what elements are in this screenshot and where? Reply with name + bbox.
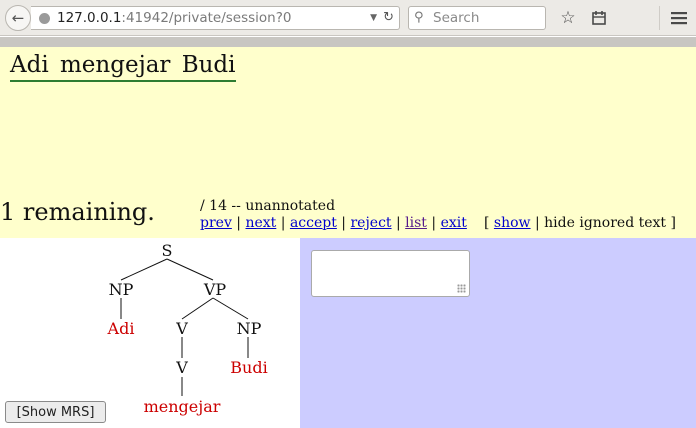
node-v-lexical: V xyxy=(175,358,188,377)
reading-list-glyph xyxy=(592,11,606,25)
search-bar[interactable]: ⚲ Search xyxy=(408,6,546,30)
prev-link[interactable]: prev xyxy=(200,215,232,231)
nav-separator: | xyxy=(231,215,246,231)
hide-ignored-text: | hide ignored text ] xyxy=(530,215,676,231)
resize-grip-icon[interactable] xyxy=(457,284,466,293)
search-icon: ⚲ xyxy=(414,10,424,25)
bracket-open: [ xyxy=(484,215,494,231)
edge-s-vp xyxy=(166,258,214,281)
leaf-budi: Budi xyxy=(230,358,267,377)
annotation-panel xyxy=(300,238,696,428)
url-text: 127.0.0.1:41942/private/session?0 xyxy=(57,7,291,29)
node-v: V xyxy=(175,319,188,338)
bookmark-star-icon[interactable]: ☆ xyxy=(555,5,581,31)
navigation-links: prev | next | accept | reject | list | e… xyxy=(200,215,467,232)
edge-vp-np xyxy=(212,297,249,320)
menu-glyph xyxy=(671,12,687,25)
back-arrow-icon: ← xyxy=(11,9,25,27)
nav-separator: | xyxy=(426,215,441,231)
comment-textarea[interactable] xyxy=(311,250,470,297)
back-button[interactable]: ← xyxy=(5,5,31,31)
leaf-adi: Adi xyxy=(107,319,135,338)
leaf-mengejar: mengejar xyxy=(144,397,221,416)
node-np: NP xyxy=(237,319,262,338)
node-vp: VP xyxy=(203,280,227,299)
reading-list-icon[interactable] xyxy=(586,5,612,31)
url-path: :41942/private/session?0 xyxy=(121,10,292,26)
menu-icon[interactable] xyxy=(666,5,692,31)
nav-separator: | xyxy=(276,215,290,231)
nav-separator: | xyxy=(336,215,351,231)
annotation-status: / 14 -- unannotated xyxy=(200,198,336,214)
sentence-text: Adi mengejar Budi xyxy=(10,51,236,82)
globe-icon xyxy=(39,13,50,24)
exit-link[interactable]: exit xyxy=(441,215,467,231)
node-np: NP xyxy=(109,280,134,299)
toolbar-separator xyxy=(659,6,660,30)
list-link[interactable]: list xyxy=(405,215,427,231)
reload-icon[interactable]: ↻ xyxy=(383,7,394,29)
url-host: 127.0.0.1 xyxy=(57,10,122,26)
edge-s-np xyxy=(120,258,168,281)
edge-vp-v xyxy=(181,297,214,320)
show-ignored-link[interactable]: show xyxy=(494,215,531,231)
next-link[interactable]: next xyxy=(245,215,276,231)
remaining-count: 1 remaining. xyxy=(0,198,155,226)
browser-toolbar: ← 127.0.0.1:41942/private/session?0 ▼ ↻ … xyxy=(0,0,696,36)
url-bar[interactable]: 127.0.0.1:41942/private/session?0 ▼ ↻ xyxy=(31,6,400,30)
show-mrs-button[interactable]: [Show MRS] xyxy=(5,401,106,423)
ignored-text-toggle: [ show | hide ignored text ] xyxy=(484,215,676,232)
browser-content-border xyxy=(0,37,696,47)
dropdown-icon[interactable]: ▼ xyxy=(370,7,377,29)
reject-link[interactable]: reject xyxy=(350,215,391,231)
node-s: S xyxy=(162,241,173,260)
parse-tree: S NP VP Adi V NP V Budi mengejar xyxy=(107,241,268,416)
search-placeholder: Search xyxy=(433,10,480,26)
parse-tree-panel: S NP VP Adi V NP V Budi mengejar [Show M… xyxy=(0,238,300,428)
nav-separator: | xyxy=(391,215,406,231)
accept-link[interactable]: accept xyxy=(290,215,337,231)
sentence-header: Adi mengejar Budi 1 remaining. / 14 -- u… xyxy=(0,47,696,238)
